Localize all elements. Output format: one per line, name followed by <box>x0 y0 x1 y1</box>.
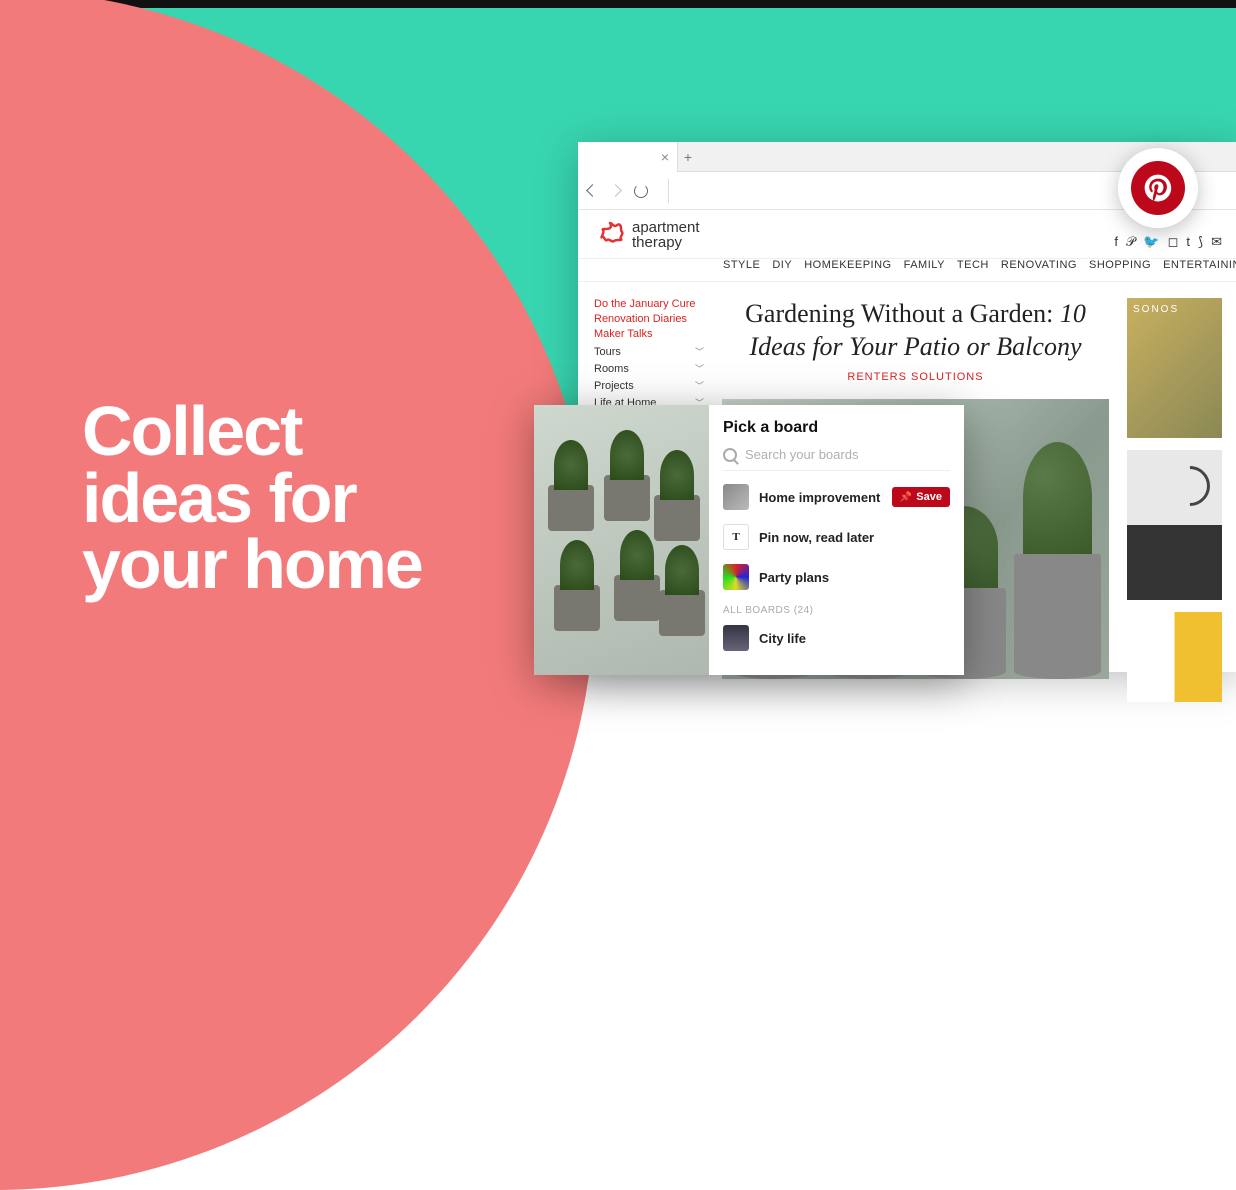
article-title: Gardening Without a Garden: 10 Ideas for… <box>722 298 1109 363</box>
back-icon[interactable] <box>586 184 599 197</box>
pin-icon: 📌 <box>900 492 912 503</box>
sidebar-expandable[interactable]: Tours﹀ <box>594 343 704 360</box>
board-thumb <box>723 484 749 510</box>
nav-style[interactable]: STYLE <box>723 259 760 271</box>
mail-icon[interactable]: ✉ <box>1211 234 1222 250</box>
right-rail: SONOS <box>1127 298 1222 702</box>
social-icons: f 𝒫 🐦 ◻ t ⟆ ✉ <box>1114 234 1222 250</box>
promo-headline: Collect ideas for your home <box>82 398 422 598</box>
plant-pot <box>1014 554 1101 679</box>
nav-family[interactable]: FAMILY <box>904 259 945 271</box>
nav-diy[interactable]: DIY <box>772 259 792 271</box>
logo-line1: apartment <box>632 220 700 235</box>
board-search[interactable] <box>723 447 950 471</box>
chevron-down-icon: ﹀ <box>695 379 704 392</box>
board-row-pin-now[interactable]: T Pin now, read later <box>723 517 950 557</box>
sidebar-link[interactable]: Renovation Diaries <box>594 313 704 325</box>
logo-line2: therapy <box>632 235 700 250</box>
headline-text: Collect ideas for your home <box>82 392 422 603</box>
site-nav: STYLE DIY HOMEKEEPING FAMILY TECH RENOVA… <box>578 259 1236 282</box>
picker-title: Pick a board <box>723 419 950 437</box>
picker-panel: Pick a board Home improvement 📌Save T Pi… <box>709 405 964 675</box>
chevron-down-icon: ﹀ <box>695 362 704 375</box>
board-picker: Pick a board Home improvement 📌Save T Pi… <box>534 405 964 675</box>
board-row-city-life[interactable]: City life <box>723 618 950 658</box>
search-input[interactable] <box>745 447 950 462</box>
board-row-party-plans[interactable]: Party plans <box>723 557 950 597</box>
forward-icon[interactable] <box>609 184 622 197</box>
board-row-home-improvement[interactable]: Home improvement 📌Save <box>723 477 950 517</box>
sidebar-expandable[interactable]: Rooms﹀ <box>594 360 704 377</box>
board-label: Home improvement <box>759 490 880 505</box>
sidebar-link[interactable]: Do the January Cure <box>594 298 704 310</box>
rss-icon[interactable]: ⟆ <box>1198 234 1203 250</box>
logo-icon <box>594 220 626 250</box>
reload-icon[interactable] <box>634 184 648 198</box>
picker-thumbnail <box>534 405 709 675</box>
tumblr-icon[interactable]: t <box>1186 234 1190 250</box>
sidebar-expandable[interactable]: Projects﹀ <box>594 377 704 394</box>
pinterest-icon <box>1131 161 1185 215</box>
plant-pot <box>548 485 594 531</box>
instagram-icon[interactable]: ◻ <box>1168 234 1179 250</box>
logo-text: apartment therapy <box>632 220 700 250</box>
pinterest-icon[interactable]: 𝒫 <box>1126 234 1135 250</box>
rail-ad-chair[interactable] <box>1127 612 1222 702</box>
board-label: Pin now, read later <box>759 530 874 545</box>
plant-pot <box>654 495 700 541</box>
pinterest-badge[interactable] <box>1118 148 1198 228</box>
sidebar-link[interactable]: Maker Talks <box>594 328 704 340</box>
browser-tab[interactable]: × <box>578 142 678 172</box>
nav-renovating[interactable]: RENOVATING <box>1001 259 1077 271</box>
sonos-label: SONOS <box>1133 304 1179 315</box>
article-category[interactable]: RENTERS SOLUTIONS <box>722 371 1109 383</box>
board-label: Party plans <box>759 570 829 585</box>
plant-pot <box>659 590 705 636</box>
chevron-down-icon: ﹀ <box>695 345 704 358</box>
new-tab-button[interactable]: + <box>678 149 698 165</box>
rail-ad-sonos[interactable]: SONOS <box>1127 298 1222 438</box>
search-icon <box>723 448 737 462</box>
nav-entertaining[interactable]: ENTERTAINING <box>1163 259 1236 271</box>
plant-pot <box>554 585 600 631</box>
board-thumb <box>723 625 749 651</box>
nav-homekeeping[interactable]: HOMEKEEPING <box>804 259 891 271</box>
all-boards-label: ALL BOARDS (24) <box>723 605 950 616</box>
nav-shopping[interactable]: SHOPPING <box>1089 259 1151 271</box>
nav-tech[interactable]: TECH <box>957 259 989 271</box>
plant-pot <box>604 475 650 521</box>
board-thumb <box>723 564 749 590</box>
plant-pot <box>614 575 660 621</box>
top-strip <box>0 0 1236 8</box>
lamp-icon <box>1162 458 1219 515</box>
facebook-icon[interactable]: f <box>1114 234 1118 250</box>
site-logo[interactable]: apartment therapy <box>594 220 700 250</box>
save-button[interactable]: 📌Save <box>892 487 950 507</box>
board-label: City life <box>759 631 806 646</box>
board-thumb: T <box>723 524 749 550</box>
rail-ad-lamp[interactable] <box>1127 450 1222 600</box>
close-icon[interactable]: × <box>661 149 669 165</box>
twitter-icon[interactable]: 🐦 <box>1143 234 1159 250</box>
